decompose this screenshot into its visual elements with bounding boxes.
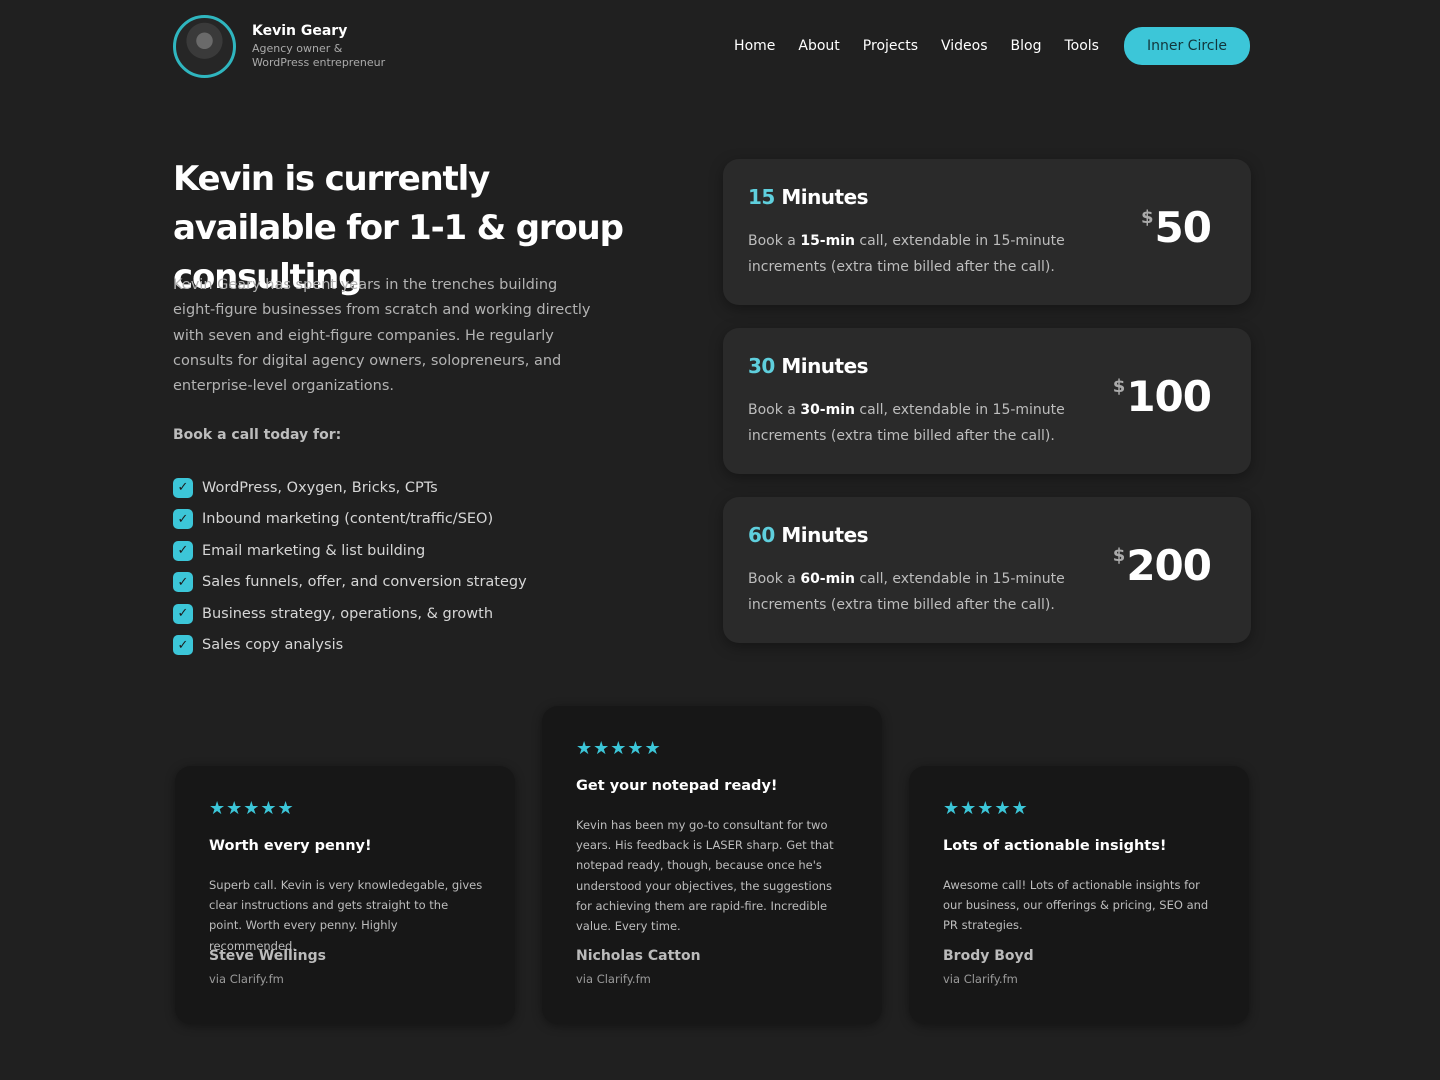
nav-projects[interactable]: Projects bbox=[863, 38, 918, 54]
price-amount: 100 bbox=[1126, 372, 1212, 421]
pricing-description: Book a 60-min call, extendable in 15-min… bbox=[748, 567, 1078, 618]
testimonial-card: ★★★★★ Worth every penny! Superb call. Ke… bbox=[175, 766, 515, 1024]
nav-about[interactable]: About bbox=[798, 38, 839, 54]
desc-pre: Book a bbox=[748, 571, 801, 587]
testimonial-title: Lots of actionable insights! bbox=[943, 838, 1167, 854]
testimonial-author: Steve Wellings bbox=[209, 947, 326, 964]
testimonial-quote: Awesome call! Lots of actionable insight… bbox=[943, 878, 1209, 933]
price-amount: 50 bbox=[1154, 203, 1212, 252]
avatar[interactable] bbox=[173, 14, 236, 78]
brand-name: Kevin Geary bbox=[252, 22, 348, 39]
duration-number: 15 bbox=[748, 185, 775, 209]
desc-bold: 30-min bbox=[800, 402, 855, 418]
list-item: ✓ Inbound marketing (content/traffic/SEO) bbox=[173, 504, 527, 536]
testimonial-quote: Kevin has been my go-to consultant for t… bbox=[576, 818, 834, 934]
check-icon: ✓ bbox=[173, 603, 193, 624]
topic-list: ✓ WordPress, Oxygen, Bricks, CPTs ✓ Inbound… bbox=[173, 472, 527, 661]
topic-label: Business strategy, operations, & growth bbox=[202, 605, 494, 622]
check-icon: ✓ bbox=[173, 635, 193, 656]
duration-unit: Minutes bbox=[781, 185, 869, 209]
duration-unit: Minutes bbox=[781, 354, 869, 378]
nav-videos[interactable]: Videos bbox=[941, 38, 988, 54]
testimonial-quote: Superb call. Kevin is very knowledegable… bbox=[209, 878, 483, 953]
check-icon: ✓ bbox=[173, 509, 193, 530]
testimonial-source: via Clarify.fm bbox=[576, 972, 651, 987]
list-item: ✓ Business strategy, operations, & growth bbox=[173, 598, 527, 630]
check-icon: ✓ bbox=[173, 540, 193, 561]
nav-home[interactable]: Home bbox=[734, 38, 775, 54]
pricing-title: 30 Minutes bbox=[748, 354, 869, 378]
pricing-title: 60 Minutes bbox=[748, 523, 869, 547]
star-rating-icon: ★★★★★ bbox=[209, 798, 295, 819]
testimonial-title: Get your notepad ready! bbox=[576, 778, 778, 794]
intro-text: Kevin Geary has spent years in the trenc… bbox=[173, 277, 591, 395]
pricing-title: 15 Minutes bbox=[748, 185, 869, 209]
testimonial-author: Brody Boyd bbox=[943, 947, 1034, 964]
inner-circle-button[interactable]: Inner Circle bbox=[1123, 27, 1250, 65]
star-rating-icon: ★★★★★ bbox=[943, 798, 1029, 819]
main-nav: Home About Projects Videos Blog Tools In… bbox=[734, 27, 1250, 65]
price-amount: 200 bbox=[1126, 541, 1212, 590]
desc-bold: 15-min bbox=[800, 233, 855, 249]
check-icon: ✓ bbox=[173, 572, 193, 593]
desc-bold: 60-min bbox=[800, 571, 855, 587]
currency: $ bbox=[1112, 376, 1125, 397]
pricing-card[interactable]: 60 Minutes Book a 60-min call, extendabl… bbox=[723, 497, 1251, 643]
pricing-card[interactable]: 15 Minutes Book a 15-min call, extendabl… bbox=[723, 159, 1251, 305]
pricing-description: Book a 30-min call, extendable in 15-min… bbox=[748, 398, 1078, 449]
check-icon: ✓ bbox=[173, 477, 193, 498]
star-rating-icon: ★★★★★ bbox=[576, 738, 662, 759]
list-item: ✓ Sales copy analysis bbox=[173, 630, 527, 662]
pricing-description: Book a 15-min call, extendable in 15-min… bbox=[748, 229, 1078, 280]
list-item: ✓ Email marketing & list building bbox=[173, 535, 527, 567]
list-item: ✓ WordPress, Oxygen, Bricks, CPTs bbox=[173, 472, 527, 504]
testimonial-author: Nicholas Catton bbox=[576, 948, 701, 965]
desc-pre: Book a bbox=[748, 402, 801, 418]
topic-label: Inbound marketing (content/traffic/SEO) bbox=[202, 511, 494, 528]
pricing-card[interactable]: 30 Minutes Book a 30-min call, extendabl… bbox=[723, 328, 1251, 474]
currency: $ bbox=[1112, 545, 1125, 566]
price: $100 bbox=[1112, 372, 1212, 421]
currency: $ bbox=[1141, 207, 1153, 228]
topic-label: WordPress, Oxygen, Bricks, CPTs bbox=[202, 479, 438, 496]
duration-number: 30 bbox=[748, 354, 775, 378]
site-header: Kevin Geary Agency owner & WordPress ent… bbox=[173, 14, 1250, 78]
price: $50 bbox=[1141, 203, 1212, 252]
duration-unit: Minutes bbox=[781, 523, 869, 547]
price: $200 bbox=[1112, 541, 1212, 590]
desc-pre: Book a bbox=[748, 233, 801, 249]
testimonial-source: via Clarify.fm bbox=[943, 971, 1018, 986]
testimonial-title: Worth every penny! bbox=[209, 838, 372, 854]
book-label: Book a call today for: bbox=[173, 427, 342, 443]
list-item: ✓ Sales funnels, offer, and conversion st… bbox=[173, 567, 527, 599]
nav-tools[interactable]: Tools bbox=[1064, 38, 1099, 54]
testimonial-card: ★★★★★ Lots of actionable insights! Aweso… bbox=[909, 766, 1249, 1024]
topic-label: Sales funnels, offer, and conversion str… bbox=[202, 574, 527, 591]
topic-label: Email marketing & list building bbox=[202, 542, 426, 559]
testimonial-source: via Clarify.fm bbox=[209, 971, 284, 986]
nav-blog[interactable]: Blog bbox=[1011, 38, 1042, 54]
brand-tagline: Agency owner & WordPress entrepreneur bbox=[252, 41, 386, 69]
testimonial-card: ★★★★★ Get your notepad ready! Kevin has … bbox=[542, 706, 882, 1024]
duration-number: 60 bbox=[748, 523, 775, 547]
brand[interactable]: Kevin Geary Agency owner & WordPress ent… bbox=[252, 23, 387, 70]
topic-label: Sales copy analysis bbox=[202, 637, 344, 654]
